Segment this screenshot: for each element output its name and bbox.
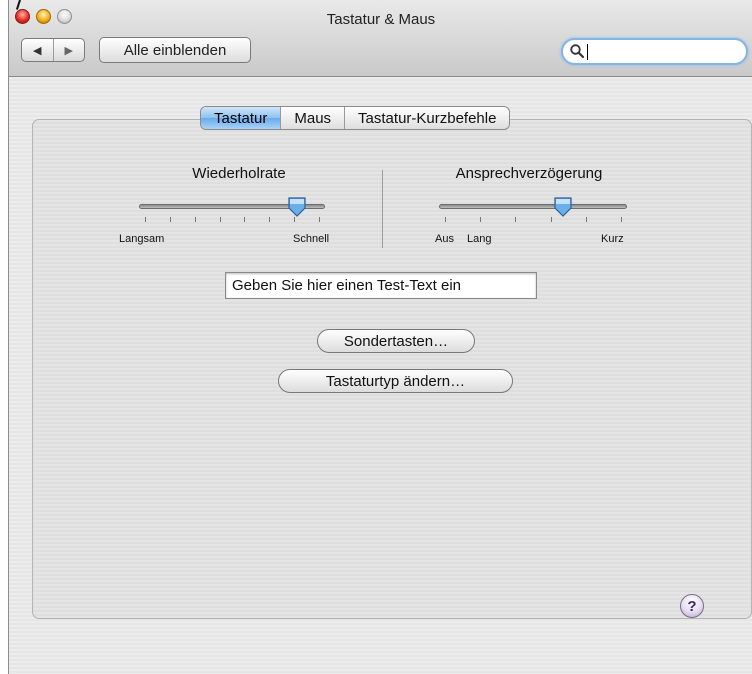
delay-tick bbox=[515, 217, 517, 222]
pane-content: Tastatur Maus Tastatur-Kurzbefehle Wiederh… bbox=[9, 77, 752, 674]
change-keyboard-type-button[interactable]: Tastaturtyp ändern… bbox=[278, 369, 513, 393]
window-title: Tastatur & Maus bbox=[326, 11, 436, 28]
repeat-rate-tick bbox=[219, 217, 221, 222]
repeat-rate-tick bbox=[145, 217, 146, 222]
back-arrow-icon: ◀ bbox=[33, 44, 42, 57]
tab-2[interactable]: Tastatur-Kurzbefehle bbox=[344, 107, 509, 129]
preferences-window: Tastatur & Maus ◀ ▶ Alle einblenden Tast… bbox=[8, 0, 752, 674]
show-all-button[interactable]: Alle einblenden bbox=[99, 37, 251, 63]
repeat-rate-tick bbox=[194, 217, 196, 222]
back-button[interactable]: ◀ bbox=[22, 39, 54, 61]
repeat-rate-tick bbox=[269, 217, 271, 222]
repeat-rate-title: Wiederholrate bbox=[192, 165, 286, 182]
forward-button[interactable]: ▶ bbox=[54, 39, 85, 61]
delay-title: Ansprechverzögerung bbox=[455, 165, 603, 182]
forward-arrow-icon: ▶ bbox=[64, 44, 73, 57]
tab-0[interactable]: Tastatur bbox=[201, 107, 281, 129]
delay-slider-thumb[interactable] bbox=[553, 196, 573, 218]
delay-tick bbox=[585, 217, 587, 222]
tab-1[interactable]: Maus bbox=[280, 107, 344, 129]
repeat-rate-fast-label: Schnell bbox=[293, 233, 330, 245]
text-cursor bbox=[587, 44, 588, 60]
repeat-rate-slow-label: Langsam bbox=[119, 233, 165, 245]
delay-tick bbox=[550, 217, 552, 222]
tab-bar: Tastatur Maus Tastatur-Kurzbefehle bbox=[200, 106, 511, 130]
back-forward-control: ◀ ▶ bbox=[21, 38, 85, 62]
search-field[interactable] bbox=[561, 38, 748, 65]
delay-tick bbox=[480, 217, 482, 222]
delay-off-label: Aus bbox=[435, 233, 454, 245]
delay-short-label: Kurz bbox=[601, 233, 624, 245]
delay-tick bbox=[621, 217, 622, 222]
repeat-rate-tick bbox=[169, 217, 171, 222]
repeat-rate-tick bbox=[244, 217, 246, 222]
modifier-keys-button[interactable]: Sondertasten… bbox=[317, 329, 475, 353]
window-toolbar: Tastatur & Maus ◀ ▶ Alle einblenden bbox=[9, 0, 752, 77]
repeat-rate-tick bbox=[319, 217, 320, 222]
sliders-divider bbox=[382, 170, 383, 248]
repeat-rate-slider-thumb[interactable] bbox=[287, 196, 307, 218]
search-icon bbox=[570, 44, 585, 59]
delay-slider-track[interactable] bbox=[439, 204, 627, 209]
test-text-input[interactable]: Geben Sie hier einen Test-Text ein bbox=[225, 272, 537, 299]
help-button[interactable]: ? bbox=[680, 594, 704, 618]
delay-long-label: Lang bbox=[467, 233, 492, 245]
delay-tick bbox=[445, 217, 446, 222]
